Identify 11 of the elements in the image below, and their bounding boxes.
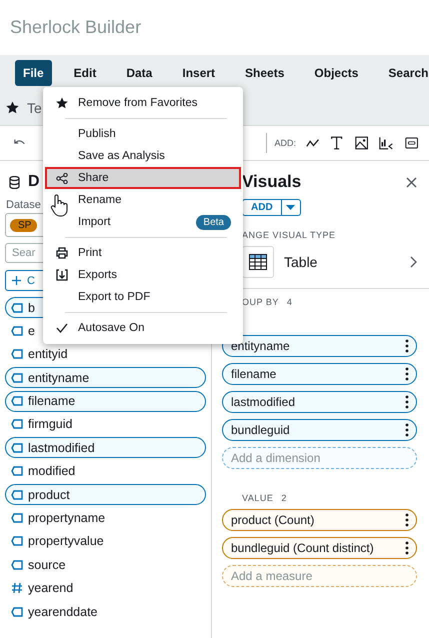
panel-title: Visuals [242, 172, 302, 192]
section-label: ANGE VISUAL TYPE [242, 230, 337, 240]
count-label: 4 [286, 297, 292, 307]
app-title: Sherlock Builder [9, 16, 142, 39]
panel-title: D [28, 173, 40, 191]
count-label: 2 [281, 493, 287, 503]
section-label: OUP BY [242, 297, 279, 307]
dataset-label: Datase [5, 199, 41, 211]
add-label: ADD: [274, 138, 296, 148]
beta-badge: Beta [196, 214, 231, 230]
section-label: VALUE [242, 493, 274, 503]
